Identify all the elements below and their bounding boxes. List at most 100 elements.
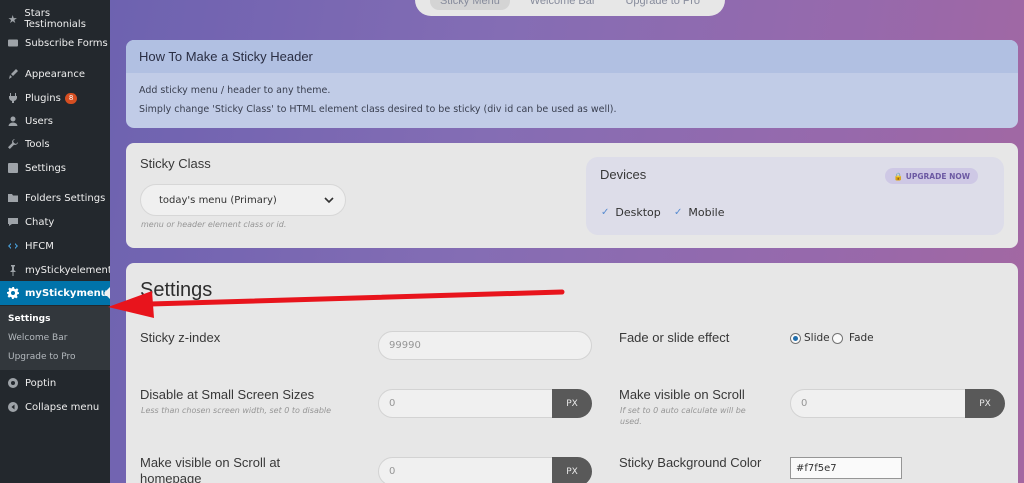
settings-icon [7, 162, 19, 174]
upgrade-now-button[interactable]: 🔒 UPGRADE NOW [885, 168, 978, 184]
visible-on-scroll-home-value: 0 [389, 466, 396, 477]
visible-on-scroll-home-input[interactable]: 0 PX [378, 457, 592, 483]
lock-icon: 🔒 [893, 171, 903, 181]
sidebar-item-label: Poptin [25, 377, 57, 389]
sidebar-item-mystickyelements[interactable]: myStickyelements [0, 258, 117, 282]
folder-icon [7, 192, 19, 204]
effect-fade-radio[interactable]: Fade [832, 332, 874, 344]
z-index-value: 99990 [389, 340, 421, 351]
sidebar-item-label: myStickymenu [25, 287, 108, 299]
background-color-label: Sticky Background Color [619, 455, 762, 470]
visible-on-scroll-label: Make visible on Scroll [619, 387, 745, 402]
admin-sidebar: ★ Stars Testimonials Subscribe Forms Appe… [0, 0, 117, 483]
devices-label: Devices [600, 167, 647, 182]
sidebar-item-poptin[interactable]: Poptin [0, 371, 110, 395]
sticky-class-select[interactable]: today's menu (Primary) [140, 184, 346, 216]
sidebar-item-label: Users [25, 115, 54, 127]
sidebar-item-label: Collapse menu [25, 401, 100, 413]
sidebar-item-stars-testimonials[interactable]: ★ Stars Testimonials [0, 7, 110, 31]
sidebar-item-label: HFCM [25, 240, 54, 252]
howto-info-card: How To Make a Sticky Header Add sticky m… [126, 40, 1018, 128]
sidebar-item-label: Plugins [25, 92, 61, 104]
disable-small-screens-value: 0 [389, 398, 396, 409]
sidebar-item-label: Chaty [25, 216, 55, 228]
envelope-icon [7, 37, 19, 49]
sidebar-item-label: Settings [25, 162, 67, 174]
device-desktop-checkbox[interactable]: ✓ Desktop [601, 206, 661, 219]
sidebar-item-appearance[interactable]: Appearance [0, 62, 110, 86]
plugin-main-panel: Sticky Menu Welcome Bar Upgrade to Pro H… [110, 0, 1024, 483]
gear-icon [7, 287, 19, 299]
settings-title: Settings [140, 279, 213, 301]
sticky-class-value: today's menu (Primary) [159, 194, 277, 206]
collapse-icon [7, 401, 19, 413]
chat-icon [7, 216, 19, 228]
effect-slide-label: Slide [804, 332, 830, 344]
device-desktop-label: Desktop [615, 206, 661, 219]
effect-label: Fade or slide effect [619, 330, 730, 345]
sidebar-item-folders-settings[interactable]: Folders Settings [0, 186, 110, 210]
star-icon: ★ [7, 12, 18, 26]
pin-icon [7, 264, 19, 276]
howto-line-1: Add sticky menu / header to any theme. [139, 85, 331, 96]
disable-small-screens-input[interactable]: 0 PX [378, 389, 592, 418]
background-color-input[interactable]: #f7f5e7 [790, 457, 902, 479]
radio-unselected-icon [832, 332, 843, 344]
plugin-tabs: Sticky Menu Welcome Bar Upgrade to Pro [415, 0, 725, 16]
wrench-icon [7, 138, 19, 150]
sidebar-item-label: Tools [25, 138, 50, 150]
sticky-class-label: Sticky Class [140, 156, 211, 171]
effect-slide-radio[interactable]: Slide [790, 332, 830, 344]
sidebar-item-chaty[interactable]: Chaty [0, 210, 110, 234]
visible-on-scroll-input[interactable]: 0 PX [790, 389, 1005, 418]
tab-sticky-menu[interactable]: Sticky Menu [429, 0, 510, 10]
brush-icon [7, 68, 19, 80]
sidebar-item-label: Folders Settings [25, 192, 106, 204]
px-unit-label: PX [965, 389, 1005, 418]
submenu-item-upgrade-to-pro[interactable]: Upgrade to Pro [8, 352, 76, 362]
sidebar-item-plugins[interactable]: Plugins 8 [0, 86, 110, 110]
sidebar-item-mystickymenu[interactable]: myStickymenu [0, 281, 110, 305]
mystickymenu-submenu: Settings Welcome Bar Upgrade to Pro [0, 306, 110, 370]
sticky-class-card: Sticky Class today's menu (Primary) menu… [126, 143, 1018, 248]
z-index-input[interactable]: 99990 [378, 331, 592, 360]
px-unit-label: PX [552, 457, 592, 483]
sidebar-item-collapse-menu[interactable]: Collapse menu [0, 395, 110, 419]
visible-on-scroll-home-label: Make visible on Scroll at homepage [140, 455, 281, 483]
background-color-value: #f7f5e7 [796, 462, 837, 474]
devices-panel: Devices 🔒 UPGRADE NOW ✓ Desktop ✓ Mobile [586, 157, 1004, 235]
upgrade-now-label: UPGRADE NOW [905, 171, 970, 181]
sidebar-item-label: Stars Testimonials [24, 8, 86, 30]
visible-on-scroll-value: 0 [801, 398, 808, 409]
sidebar-item-label: Subscribe Forms [25, 37, 108, 49]
settings-card: Settings Sticky z-index 99990 Fade or sl… [126, 263, 1018, 483]
sidebar-item-tools[interactable]: Tools [0, 132, 110, 156]
disable-small-screens-label: Disable at Small Screen Sizes [140, 387, 315, 402]
code-icon [7, 240, 19, 252]
sidebar-item-hfcm[interactable]: HFCM [0, 234, 110, 258]
chevron-down-icon [324, 197, 334, 204]
px-unit-label: PX [552, 389, 592, 418]
tab-upgrade-to-pro[interactable]: Upgrade to Pro [615, 0, 710, 10]
submenu-item-welcome-bar[interactable]: Welcome Bar [8, 333, 67, 343]
z-index-label: Sticky z-index [140, 330, 221, 345]
visible-on-scroll-hint: If set to 0 auto calculate will be used. [620, 406, 746, 426]
sidebar-item-users[interactable]: Users [0, 109, 110, 133]
check-icon: ✓ [601, 207, 610, 218]
poptin-icon [7, 377, 19, 389]
sidebar-item-subscribe-forms[interactable]: Subscribe Forms [0, 31, 110, 55]
sticky-class-hint: menu or header element class or id. [141, 220, 287, 229]
plug-icon [7, 92, 19, 104]
user-icon [7, 115, 19, 127]
device-mobile-label: Mobile [688, 206, 725, 219]
radio-selected-icon [790, 332, 801, 344]
tab-welcome-bar[interactable]: Welcome Bar [520, 0, 606, 10]
howto-title: How To Make a Sticky Header [126, 40, 1018, 73]
effect-fade-label: Fade [849, 332, 874, 344]
howto-line-2: Simply change 'Sticky Class' to HTML ele… [139, 104, 617, 115]
disable-small-screens-hint: Less than chosen screen width, set 0 to … [141, 406, 332, 415]
submenu-item-settings[interactable]: Settings [8, 314, 50, 324]
sidebar-item-settings[interactable]: Settings [0, 156, 110, 180]
device-mobile-checkbox[interactable]: ✓ Mobile [674, 206, 724, 219]
sidebar-item-label: myStickyelements [25, 264, 118, 276]
